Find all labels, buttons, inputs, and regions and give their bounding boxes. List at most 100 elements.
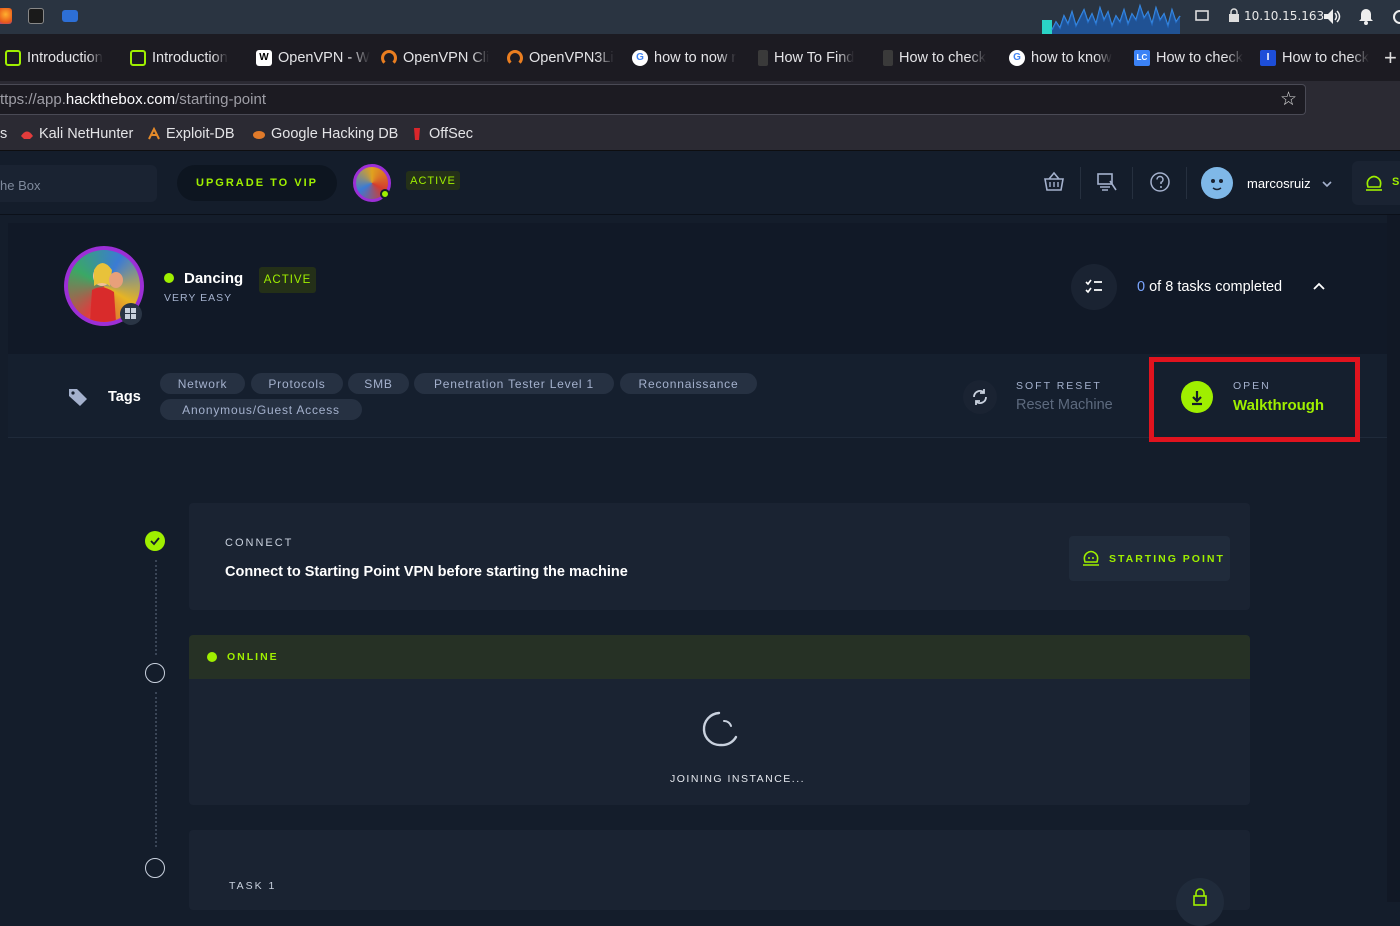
user-avatar[interactable] [1201, 167, 1233, 199]
bookmark-kali-nethunter[interactable]: Kali NetHunter [20, 126, 133, 142]
browser-tab[interactable]: How to check [883, 34, 1007, 81]
step-pending-icon [145, 663, 165, 683]
tab-label: How to check [899, 49, 987, 66]
offsec-icon [414, 128, 420, 140]
online-indicator [380, 189, 390, 199]
tag-anonymous-guest-access[interactable]: Anonymous/Guest Access [160, 399, 362, 420]
alien-icon [1083, 550, 1099, 566]
exploitdb-icon [148, 127, 160, 140]
wikipedia-icon: W [256, 49, 272, 66]
terminal-icon[interactable] [28, 8, 44, 24]
upgrade-to-vip-button[interactable]: UPGRADE TO VIP [177, 165, 337, 201]
browser-tab[interactable]: How To Find [758, 34, 882, 81]
lock-icon [1193, 888, 1207, 906]
search-placeholder: he Box [0, 178, 41, 193]
browser-tab[interactable]: Introduction [5, 34, 129, 81]
htb-cube-icon [130, 49, 146, 66]
tag-network[interactable]: Network [160, 373, 245, 394]
bookmark-star-icon[interactable]: ☆ [1280, 88, 1297, 111]
ghdb-icon [253, 131, 265, 139]
folder-icon[interactable] [62, 10, 78, 22]
i-icon: I [1260, 49, 1276, 66]
username-label[interactable]: marcosruiz [1247, 176, 1311, 191]
soft-reset-button[interactable] [963, 380, 997, 414]
windows-os-icon [120, 303, 142, 325]
browser-tab[interactable]: W OpenVPN - W [256, 34, 380, 81]
alien-icon [1366, 175, 1382, 191]
header-divider [1132, 167, 1133, 199]
timeline-connector [155, 560, 157, 655]
tags-label: Tags [108, 389, 141, 405]
power-icon[interactable] [1392, 8, 1400, 25]
task-caption: TASK 1 [229, 880, 277, 892]
starting-point-button[interactable]: STARTING POINT [1069, 536, 1230, 581]
tasks-progress-text: of 8 tasks completed [1149, 279, 1283, 295]
volume-icon[interactable] [1322, 8, 1342, 25]
walkthrough-label[interactable]: Walkthrough [1233, 397, 1324, 414]
loading-spinner-icon [702, 711, 738, 747]
pwnbox-icon[interactable] [1096, 171, 1118, 193]
reset-machine-label[interactable]: Reset Machine [1016, 397, 1113, 413]
walkthrough-caption: OPEN [1233, 380, 1271, 392]
machine-name: Dancing [184, 270, 244, 287]
connect-caption: CONNECT [225, 537, 294, 549]
chevron-up-icon[interactable] [1313, 282, 1325, 291]
step-pending-icon [145, 858, 165, 878]
browser-tab[interactable]: OpenVPN Cli [381, 34, 505, 81]
url-text[interactable]: ttps://app.hackthebox.com/starting-point [0, 91, 266, 108]
starting-point-header-button[interactable]: S [1352, 161, 1400, 205]
new-tab-button[interactable]: + [1384, 45, 1397, 71]
openvpn-icon [381, 49, 397, 66]
tab-label: How to check [1282, 49, 1370, 66]
tab-label: Introduction [27, 49, 103, 66]
tag-protocols[interactable]: Protocols [251, 373, 343, 394]
task-lock-button[interactable] [1176, 878, 1224, 926]
browser-tab[interactable]: Introduction [130, 34, 254, 81]
lc-icon: LC [1134, 49, 1150, 66]
tag-icon [69, 389, 87, 406]
active-badge: ACTIVE [406, 171, 460, 190]
tag-smb[interactable]: SMB [348, 373, 409, 394]
browser-tab[interactable]: OpenVPN3Li [507, 34, 631, 81]
tasks-done-count: 0 [1137, 279, 1146, 295]
tab-label: Introduction [152, 49, 228, 66]
nethunter-icon [21, 131, 33, 139]
scrollbar-track[interactable] [1387, 215, 1400, 902]
timeline-connector [155, 692, 157, 847]
tab-label: How To Find [774, 49, 855, 66]
bookmark-exploit-db[interactable]: Exploit-DB [147, 126, 235, 142]
ip-address: 10.10.15.163 [1244, 9, 1325, 23]
header-divider [1080, 167, 1081, 199]
tab-label: OpenVPN Cli [403, 49, 490, 66]
tag-penetration-tester[interactable]: Penetration Tester Level 1 [414, 373, 614, 394]
browser-tab[interactable]: Ghow to know [1009, 34, 1133, 81]
system-top-bar: 10.10.15.163 [0, 0, 1400, 34]
chevron-down-icon[interactable] [1322, 180, 1332, 188]
tab-label: How to check [1156, 49, 1244, 66]
starting-point-label: STARTING POINT [1109, 553, 1225, 565]
online-label: ONLINE [227, 651, 279, 663]
bell-icon[interactable] [1358, 8, 1374, 25]
tasks-checklist-icon [1071, 264, 1117, 310]
online-dot [207, 652, 217, 662]
bookmark-offsec[interactable]: OffSec [410, 126, 473, 142]
bookmark-google-hacking-db[interactable]: Google Hacking DB [252, 126, 398, 142]
machine-status-dot [164, 273, 174, 283]
firefox-icon[interactable] [0, 8, 12, 24]
screen-icon[interactable] [1195, 10, 1209, 22]
htb-cube-icon [5, 49, 21, 66]
kali-dragon-icon [758, 49, 768, 66]
machine-difficulty: VERY EASY [164, 292, 233, 304]
bookmark-item[interactable]: s [0, 126, 7, 142]
online-status-bar [189, 635, 1250, 679]
walkthrough-download-button[interactable] [1181, 381, 1213, 413]
help-icon[interactable] [1149, 171, 1171, 193]
basket-icon[interactable] [1043, 171, 1065, 193]
network-graph-icon [1042, 3, 1181, 34]
browser-tab[interactable]: LC How to check [1134, 34, 1258, 81]
tag-reconnaissance[interactable]: Reconnaissance [620, 373, 757, 394]
browser-tab[interactable]: I How to check [1260, 34, 1384, 81]
browser-tab[interactable]: Ghow to now r [632, 34, 756, 81]
tasks-progress: 0 of 8 tasks completed [1137, 279, 1282, 295]
header-divider [1186, 167, 1187, 199]
